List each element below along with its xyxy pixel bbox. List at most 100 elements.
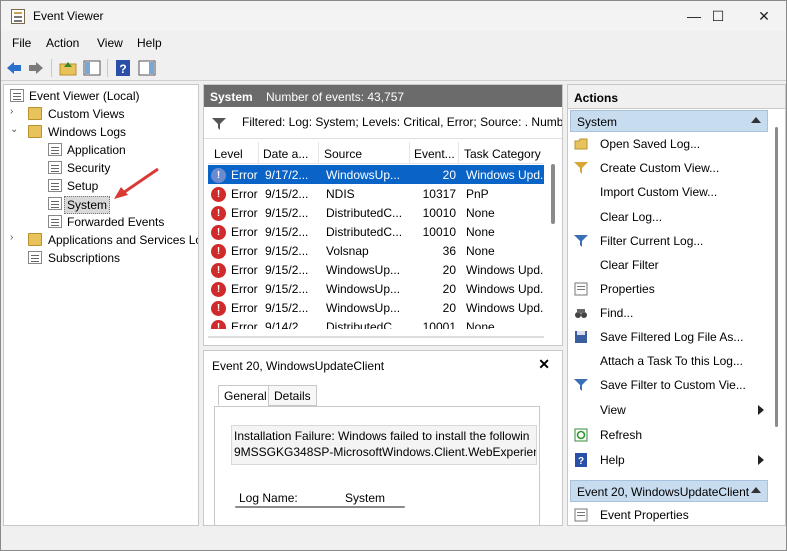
tree-item-subscriptions[interactable]: Subscriptions (4, 249, 198, 267)
status-bar (1, 530, 786, 550)
close-detail-icon[interactable]: ✕ (538, 356, 550, 373)
action-view[interactable]: View (572, 399, 768, 421)
menu-action[interactable]: Action (46, 36, 79, 50)
events-horizontal-scrollbar[interactable] (208, 331, 544, 343)
error-icon: ! (211, 282, 226, 297)
table-row[interactable]: ! Error 9/15/2... NDIS 10317 PnP (208, 184, 544, 203)
action-open-saved-log[interactable]: Open Saved Log... (572, 133, 768, 155)
back-arrow-icon[interactable] (5, 59, 23, 77)
action-label: Refresh (600, 428, 643, 442)
event-viewer-app-icon (11, 9, 25, 24)
close-button[interactable]: ✕ (741, 1, 787, 31)
action-create-custom-view[interactable]: Create Custom View... (572, 157, 768, 179)
cell-event: 36 (442, 244, 456, 258)
cell-date: 9/17/2... (265, 168, 309, 182)
show-hide-tree-icon[interactable] (83, 59, 101, 77)
description-line-1: Installation Failure: Windows failed to … (234, 429, 530, 443)
log-icon (48, 197, 62, 210)
tree-item-apps-services[interactable]: › Applications and Services Logs (4, 231, 198, 249)
tree-item-custom-views[interactable]: › Custom Views (4, 105, 198, 123)
tree-item-windows-logs[interactable]: ⌄ Windows Logs (4, 123, 198, 141)
event-description: Installation Failure: Windows failed to … (231, 425, 537, 465)
col-task-category[interactable]: Task Category (464, 147, 541, 161)
cell-event: 20 (442, 263, 456, 277)
cell-level: Error (231, 168, 258, 182)
actions-section-system[interactable]: System (570, 110, 768, 132)
action-help[interactable]: ? Help (572, 449, 768, 471)
table-row[interactable]: ! Error 9/15/2... Volsnap 36 None (208, 241, 544, 260)
menu-help[interactable]: Help (137, 36, 162, 50)
action-properties[interactable]: Properties (572, 278, 768, 300)
log-icon (48, 143, 62, 156)
event-count: Number of events: 43,757 (266, 90, 405, 104)
cell-date: 9/15/2... (265, 187, 309, 201)
tab-general[interactable]: General (218, 385, 273, 406)
menu-bar: File Action View Help (1, 33, 786, 53)
up-folder-icon[interactable] (59, 59, 77, 77)
filter-text: Filtered: Log: System; Levels: Critical,… (242, 115, 562, 129)
action-filter-current-log[interactable]: Filter Current Log... (572, 230, 768, 252)
open-folder-icon (574, 138, 588, 150)
table-row[interactable]: ! Error 9/17/2... WindowsUp... 20 Windows Upd… (208, 165, 544, 184)
filter-icon (212, 118, 226, 130)
cell-task: Windows Upd. (466, 282, 544, 296)
col-source[interactable]: Source (324, 147, 362, 161)
col-date[interactable]: Date a... (263, 147, 308, 161)
tree-label-subscriptions: Subscriptions (48, 251, 121, 265)
events-pane: System Number of events: 43,757 Filtered… (203, 84, 563, 346)
cell-event: 10317 (422, 187, 456, 201)
menu-file[interactable]: File (12, 36, 31, 50)
action-label: Clear Filter (600, 258, 659, 272)
error-icon: ! (211, 320, 226, 329)
folder-icon (28, 125, 42, 138)
chevron-right-icon[interactable]: › (10, 106, 20, 117)
cell-level: Error (231, 301, 258, 315)
tree-item-setup[interactable]: Setup (4, 177, 198, 195)
table-row[interactable]: ! Error 9/15/2... WindowsUp... 20 Windows Upd… (208, 279, 544, 298)
event-viewer-window: Event Viewer — ☐ ✕ File Action View Help… (0, 0, 787, 551)
action-clear-filter[interactable]: Clear Filter (572, 254, 768, 276)
table-row[interactable]: ! Error 9/15/2... DistributedC... 10010 None (208, 222, 544, 241)
help-icon[interactable]: ? (114, 59, 132, 77)
action-save-filter-custom-view[interactable]: Save Filter to Custom Vie... (572, 374, 768, 396)
cell-source: WindowsUp... (326, 282, 401, 296)
chevron-down-icon[interactable]: ⌄ (10, 124, 20, 135)
collapse-up-icon[interactable] (751, 487, 761, 493)
action-save-filtered-log[interactable]: Save Filtered Log File As... (572, 326, 768, 348)
detail-horizontal-scrollbar[interactable] (235, 503, 405, 511)
collapse-up-icon[interactable] (751, 117, 761, 123)
tab-details[interactable]: Details (268, 385, 317, 406)
maximize-button[interactable]: ☐ (695, 1, 741, 31)
table-row[interactable]: ! Error 9/15/2... WindowsUp... 20 Windows Upd… (208, 260, 544, 279)
action-label: Clear Log... (600, 210, 663, 224)
table-row[interactable]: ! Error 9/15/2... WindowsUp... 20 Windows Upd… (208, 298, 544, 317)
cell-event: 10010 (422, 206, 456, 220)
chevron-right-icon[interactable]: › (10, 232, 20, 243)
tree-item-forwarded-events[interactable]: Forwarded Events (4, 213, 198, 231)
action-clear-log[interactable]: Clear Log... (572, 206, 768, 228)
action-label: Filter Current Log... (600, 234, 704, 248)
action-import-custom-view[interactable]: Import Custom View... (572, 181, 768, 203)
action-event-properties[interactable]: Event Properties (572, 504, 768, 525)
action-refresh[interactable]: Refresh (572, 424, 768, 446)
events-vertical-scrollbar[interactable] (546, 142, 560, 332)
col-event-id[interactable]: Event... (414, 147, 455, 161)
action-attach-task[interactable]: Attach a Task To this Log... (572, 350, 768, 372)
cell-source: DistributedC... (326, 225, 403, 239)
tree-item-system[interactable]: System (4, 195, 198, 214)
actions-vertical-scrollbar[interactable] (771, 109, 783, 525)
tree-item-application[interactable]: Application (4, 141, 198, 159)
cell-source: WindowsUp... (326, 263, 401, 277)
col-level[interactable]: Level (214, 147, 243, 161)
table-row[interactable]: ! Error 9/15/2... DistributedC... 10010 None (208, 203, 544, 222)
actions-section-event[interactable]: Event 20, WindowsUpdateClient (570, 480, 768, 502)
menu-view[interactable]: View (97, 36, 123, 50)
show-hide-action-pane-icon[interactable] (138, 59, 156, 77)
actions-pane: Actions System Open Saved Log... Create … (567, 84, 786, 526)
tree-item-security[interactable]: Security (4, 159, 198, 177)
tree-item-root[interactable]: Event Viewer (Local) (4, 87, 198, 105)
table-row[interactable]: ! Error 9/14/2... DistributedC... 10001 None (208, 317, 544, 329)
forward-arrow-icon[interactable] (27, 59, 45, 77)
tree-label-windows-logs: Windows Logs (48, 125, 127, 139)
action-find[interactable]: Find... (572, 302, 768, 324)
